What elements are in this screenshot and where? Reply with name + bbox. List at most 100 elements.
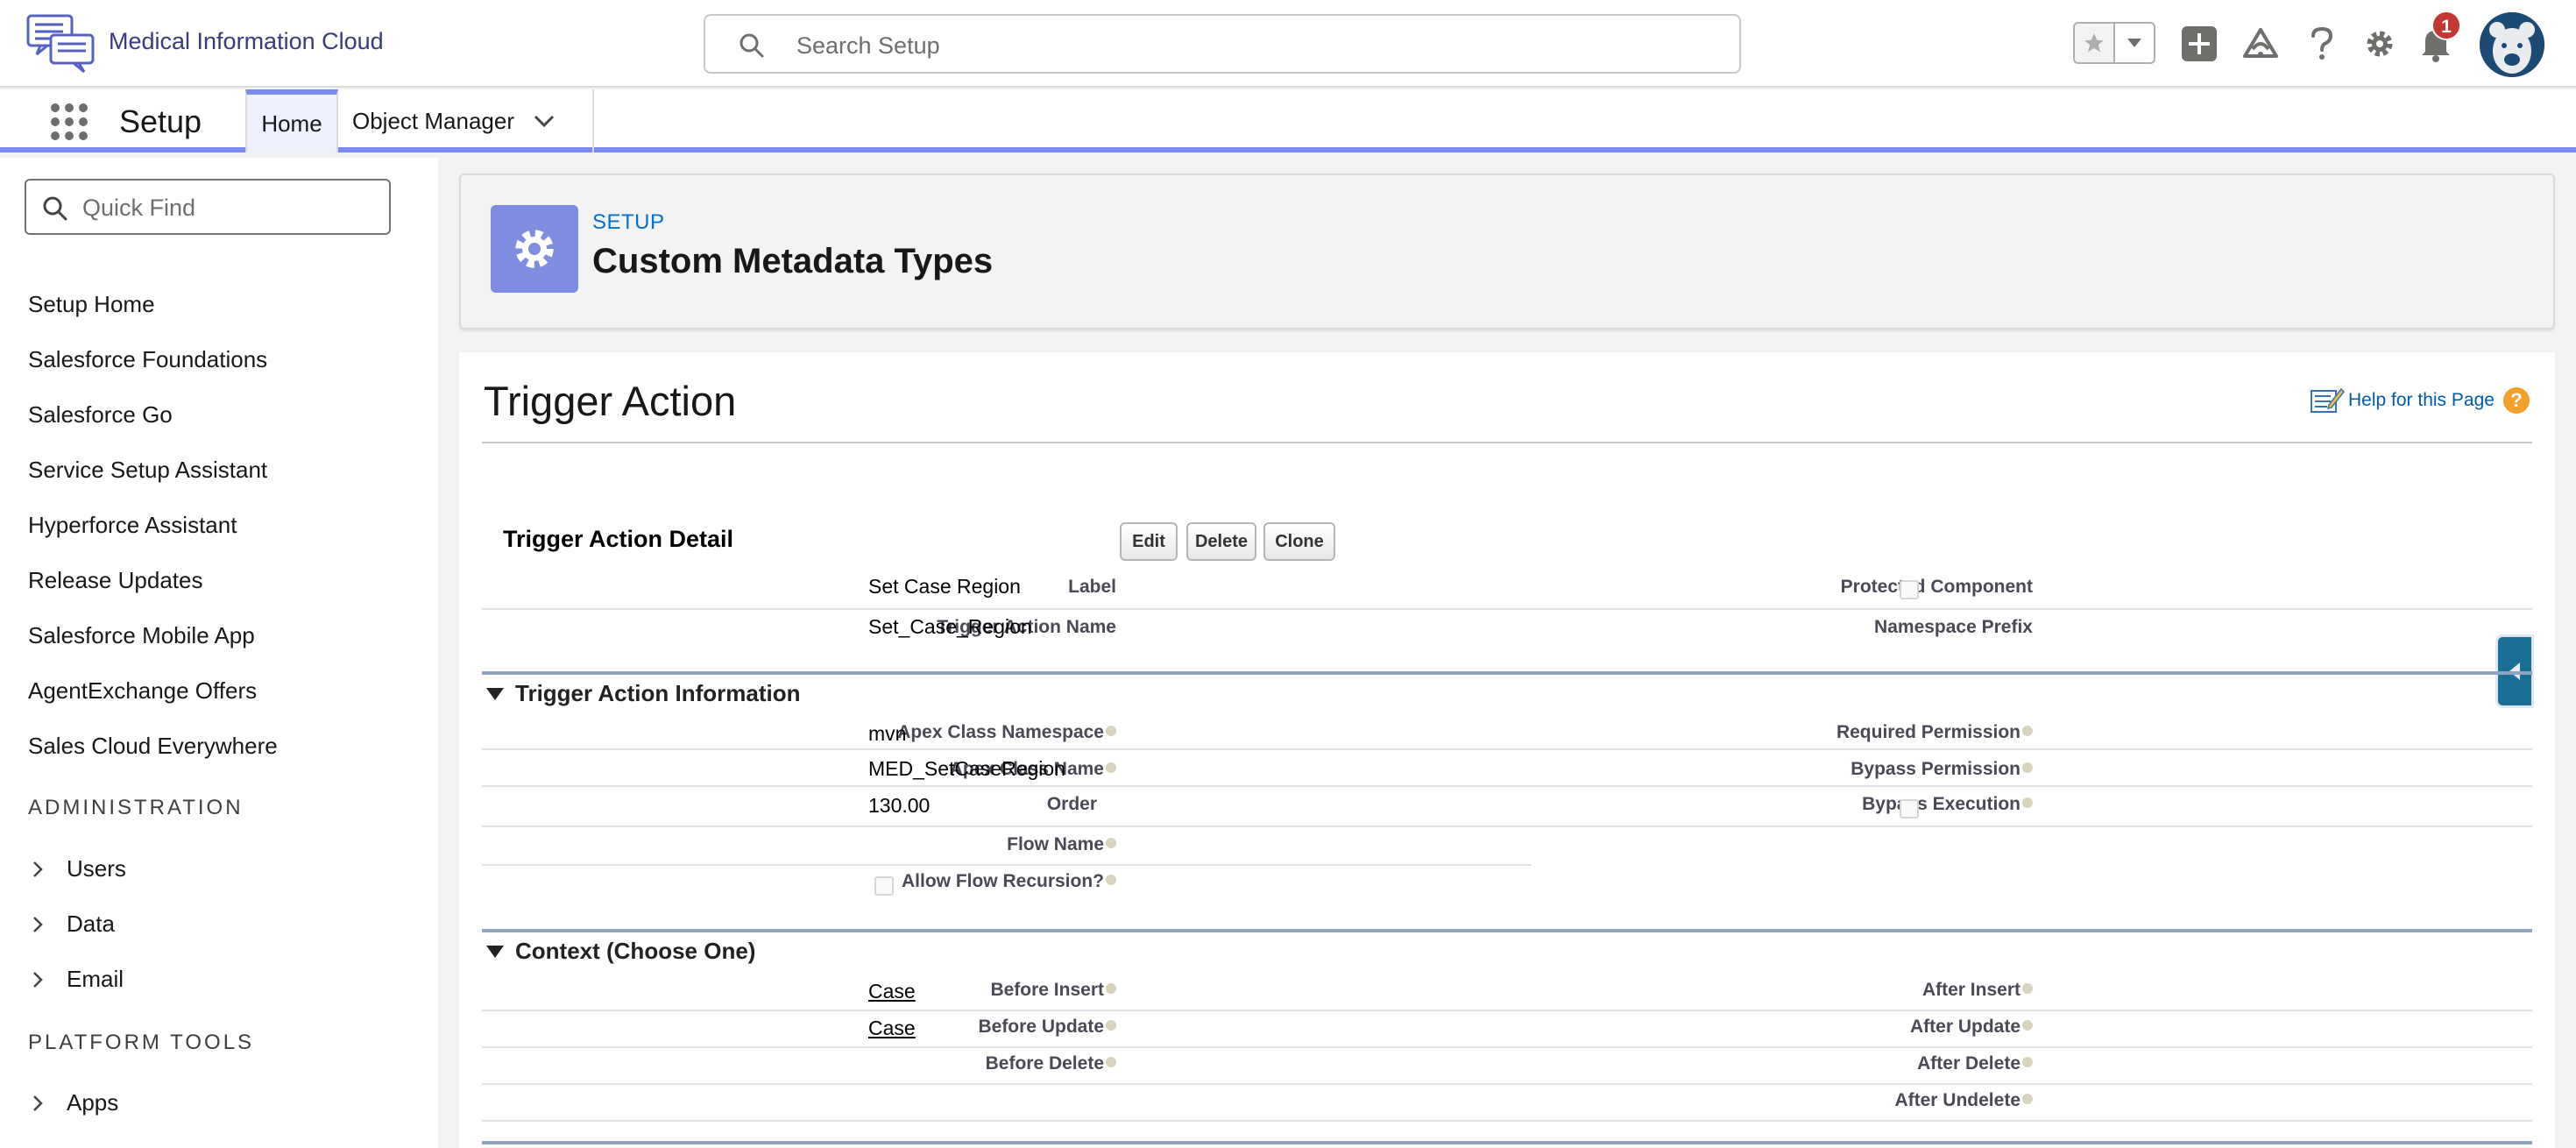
favorites-group: [2073, 22, 2155, 64]
row-divider: [482, 608, 2532, 610]
sidebar-item-agentexchange-offers[interactable]: AgentExchange Offers: [28, 677, 257, 705]
section-trigger-action-information[interactable]: Trigger Action Information: [485, 680, 800, 707]
info-icon[interactable]: [2022, 983, 2033, 995]
favorites-dropdown-button[interactable]: [2115, 24, 2154, 62]
delete-button[interactable]: Delete: [1186, 522, 1256, 561]
page-header-eyebrow[interactable]: SETUP: [592, 210, 665, 235]
sidebar-item-release-updates[interactable]: Release Updates: [28, 567, 202, 594]
info-icon[interactable]: [2022, 797, 2033, 809]
global-search[interactable]: [704, 14, 1741, 74]
edit-button[interactable]: Edit: [1120, 522, 1178, 561]
apex-class-namespace-label: Apex Class Namespace: [810, 722, 1116, 743]
caret-down-icon: [2127, 39, 2141, 47]
star-icon: [2084, 33, 2104, 53]
help-button[interactable]: [2301, 23, 2343, 65]
global-actions-button[interactable]: [2178, 23, 2220, 65]
help-for-this-page-link[interactable]: Help for this Page ?: [2310, 386, 2530, 415]
required-permission-label: Required Permission: [1598, 722, 2033, 743]
sidebar-item-salesforce-foundations[interactable]: Salesforce Foundations: [28, 346, 267, 373]
info-icon[interactable]: [2022, 726, 2033, 737]
row-divider: [482, 1083, 2532, 1085]
row-divider: [482, 864, 1532, 866]
before-update-label: Before Update: [810, 1017, 1116, 1038]
tab-object-manager-label: Object Manager: [352, 107, 514, 134]
title-divider: [482, 442, 2532, 443]
section-divider: [482, 929, 2532, 932]
triangle-down-icon: [486, 945, 504, 958]
info-icon[interactable]: [1106, 1057, 1116, 1068]
chevron-down-icon[interactable]: [534, 114, 555, 128]
info-icon[interactable]: [2022, 1094, 2033, 1105]
add-icon: [2182, 26, 2217, 61]
after-undelete-label: After Undelete: [1598, 1090, 2033, 1111]
chevron-right-icon: [33, 971, 43, 988]
user-avatar[interactable]: [2480, 12, 2544, 77]
sidebar-section-administration: ADMINISTRATION: [28, 796, 244, 819]
quick-find-input[interactable]: [82, 191, 372, 224]
info-icon[interactable]: [1106, 838, 1116, 849]
sidebar-item-hyperforce-assistant[interactable]: Hyperforce Assistant: [28, 512, 237, 539]
sidebar-item-users[interactable]: Users: [32, 855, 126, 882]
info-icon[interactable]: [1106, 726, 1116, 737]
bear-avatar-icon: [2480, 12, 2544, 77]
tab-object-manager[interactable]: Object Manager: [338, 89, 594, 152]
sidebar-item-service-setup-assistant[interactable]: Service Setup Assistant: [28, 457, 267, 484]
section-divider: [482, 671, 2532, 675]
clone-button[interactable]: Clone: [1263, 522, 1335, 561]
sidebar-item-salesforce-go[interactable]: Salesforce Go: [28, 401, 173, 429]
before-update-value-link[interactable]: Case: [868, 1017, 916, 1040]
setup-gear-button[interactable]: [2359, 23, 2401, 65]
chevron-right-icon: [33, 1095, 43, 1111]
order-label: Order: [1046, 794, 1097, 814]
sidebar-item-setup-home[interactable]: Setup Home: [28, 291, 155, 318]
sidebar-item-email[interactable]: Email: [32, 966, 124, 993]
app-launcher-button[interactable]: [49, 102, 89, 142]
flow-name-label: Flow Name: [810, 834, 1116, 855]
sidebar-item-sales-cloud-everywhere[interactable]: Sales Cloud Everywhere: [28, 733, 278, 760]
after-delete-label: After Delete: [1598, 1053, 2033, 1074]
setup-gear-icon: [491, 205, 578, 293]
sidebar-item-data-label: Data: [67, 911, 115, 937]
question-icon: [2311, 26, 2333, 60]
before-insert-value-link[interactable]: Case: [868, 980, 916, 1003]
triangle-down-icon: [486, 687, 504, 700]
org-logo-icon[interactable]: [25, 12, 100, 75]
help-doc-icon: [2311, 387, 2345, 413]
section-context[interactable]: Context (Choose One): [485, 938, 755, 965]
row-divider: [482, 826, 2532, 827]
search-icon: [43, 196, 67, 221]
row-divider: [482, 748, 2532, 750]
detail-block-title: Trigger Action Detail: [503, 526, 734, 552]
search-input[interactable]: [796, 28, 1708, 63]
apex-class-namespace-value: mvn: [868, 722, 907, 745]
quick-find[interactable]: [25, 179, 391, 235]
protected-component-checkbox: [1900, 580, 1919, 599]
tab-home[interactable]: Home: [245, 89, 338, 152]
bypass-execution-label: Bypass Execution: [1598, 794, 2033, 815]
favorite-star-button[interactable]: [2075, 24, 2115, 62]
detail-content: Trigger Action Help for this Page ? Trig…: [459, 352, 2555, 1148]
info-icon[interactable]: [1106, 762, 1116, 774]
info-icon[interactable]: [1106, 875, 1116, 886]
app-name: Setup: [119, 103, 202, 139]
waffle-icon: [51, 103, 88, 140]
info-icon[interactable]: [1106, 1020, 1116, 1031]
sidebar-item-data[interactable]: Data: [32, 911, 115, 938]
info-icon[interactable]: [2022, 1057, 2033, 1068]
trigger-action-name-value: Set_Case_Region: [868, 615, 1032, 638]
sidebar-item-apps[interactable]: Apps: [32, 1089, 118, 1116]
info-icon[interactable]: [2022, 762, 2033, 774]
notification-badge: 1: [2431, 11, 2461, 40]
section-divider: [482, 1141, 2532, 1144]
chevron-right-icon: [33, 861, 43, 877]
after-update-label: After Update: [1598, 1017, 2033, 1038]
section-title: Trigger Action Information: [515, 680, 801, 706]
setup-sidebar: Setup Home Salesforce Foundations Salesf…: [0, 158, 438, 1148]
section-title: Context (Choose One): [515, 938, 756, 964]
info-icon[interactable]: [1106, 983, 1116, 995]
bypass-permission-label: Bypass Permission: [1598, 759, 2033, 780]
sidebar-item-salesforce-mobile-app[interactable]: Salesforce Mobile App: [28, 622, 255, 649]
help-link-label: Help for this Page: [2348, 390, 2495, 410]
info-icon[interactable]: [2022, 1020, 2033, 1031]
trailhead-button[interactable]: [2240, 23, 2282, 65]
